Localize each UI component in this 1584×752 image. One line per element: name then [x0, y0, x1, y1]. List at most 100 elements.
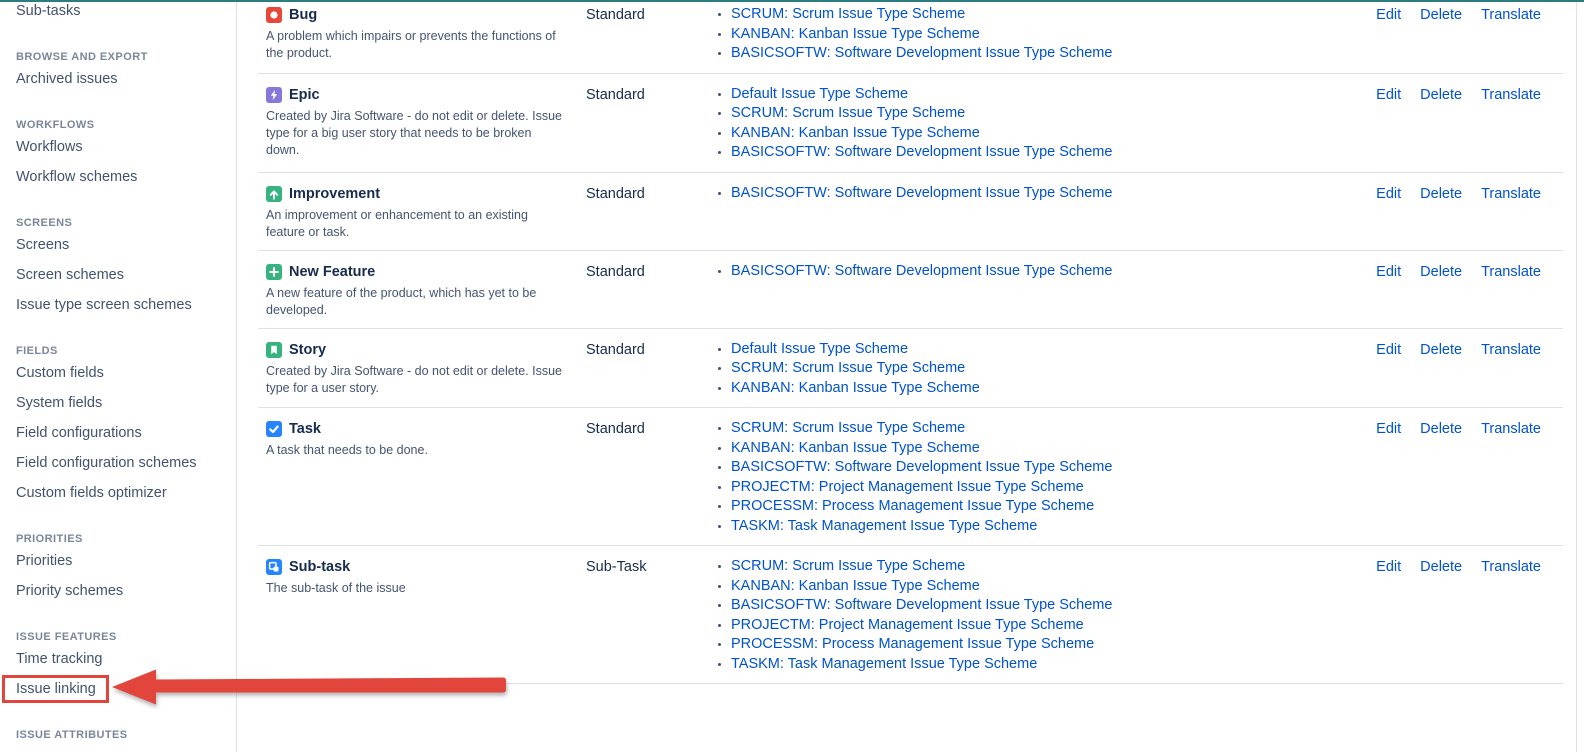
edit-link[interactable]: Edit — [1376, 186, 1401, 202]
scheme-link-taskm-task-management-issue-type-scheme[interactable]: TASKM: Task Management Issue Type Scheme — [731, 656, 1037, 672]
sidebar-item-label: Priorities — [16, 553, 72, 569]
issue-type-row-story: StoryCreated by Jira Software - do not e… — [258, 329, 1563, 409]
delete-link[interactable]: Delete — [1420, 186, 1462, 202]
translate-link[interactable]: Translate — [1481, 87, 1541, 103]
translate-link[interactable]: Translate — [1481, 186, 1541, 202]
scheme-list-item: PROJECTM: Project Management Issue Type … — [731, 616, 1353, 636]
scheme-link-processm-process-management-issue-type-scheme[interactable]: PROCESSM: Process Management Issue Type … — [731, 636, 1094, 652]
issue-type-title: Sub-task — [266, 559, 586, 575]
edit-link[interactable]: Edit — [1376, 264, 1401, 280]
scheme-link-basicsoftw-software-development-issue-type-scheme[interactable]: BASICSOFTW: Software Development Issue T… — [731, 263, 1112, 279]
scheme-link-projectm-project-management-issue-type-scheme[interactable]: PROJECTM: Project Management Issue Type … — [731, 479, 1084, 495]
scheme-link-kanban-kanban-issue-type-scheme[interactable]: KANBAN: Kanban Issue Type Scheme — [731, 440, 980, 456]
top-accent-bar — [0, 0, 1584, 2]
delete-link[interactable]: Delete — [1420, 87, 1462, 103]
sidebar-item-workflows[interactable]: Workflows — [0, 132, 236, 162]
sidebar-item-custom-fields[interactable]: Custom fields — [0, 358, 236, 388]
sidebar-item-label: Archived issues — [16, 71, 118, 87]
sidebar-section-header-browse-and-export: BROWSE AND EXPORT — [0, 50, 236, 64]
scheme-link-scrum-scrum-issue-type-scheme[interactable]: SCRUM: Scrum Issue Type Scheme — [731, 420, 965, 436]
scheme-link-scrum-scrum-issue-type-scheme[interactable]: SCRUM: Scrum Issue Type Scheme — [731, 360, 965, 376]
sidebar-item-label: Screen schemes — [16, 267, 124, 283]
scheme-link-kanban-kanban-issue-type-scheme[interactable]: KANBAN: Kanban Issue Type Scheme — [731, 380, 980, 396]
sidebar-item-priorities[interactable]: Priorities — [0, 546, 236, 576]
scheme-link-basicsoftw-software-development-issue-type-scheme[interactable]: BASICSOFTW: Software Development Issue T… — [731, 144, 1112, 160]
scheme-link-basicsoftw-software-development-issue-type-scheme[interactable]: BASICSOFTW: Software Development Issue T… — [731, 459, 1112, 475]
issue-type-description: A new feature of the product, which has … — [266, 285, 568, 319]
sidebar-item-label: Screens — [16, 237, 69, 253]
delete-link[interactable]: Delete — [1420, 264, 1462, 280]
scheme-list-item: SCRUM: Scrum Issue Type Scheme — [731, 104, 1353, 124]
scheme-list-item: KANBAN: Kanban Issue Type Scheme — [731, 439, 1353, 459]
edit-link[interactable]: Edit — [1376, 342, 1401, 358]
issue-type-title: New Feature — [266, 264, 586, 280]
issue-type-title: Story — [266, 342, 586, 358]
sidebar-nav: Sub-tasks BROWSE AND EXPORT Archived issue… — [0, 2, 236, 742]
scheme-link-kanban-kanban-issue-type-scheme[interactable]: KANBAN: Kanban Issue Type Scheme — [731, 26, 980, 42]
row-actions: Edit Delete Translate — [1353, 87, 1563, 103]
delete-link[interactable]: Delete — [1420, 421, 1462, 437]
scheme-list: Default Issue Type Scheme SCRUM: Scrum Is… — [712, 85, 1353, 163]
scheme-link-projectm-project-management-issue-type-scheme[interactable]: PROJECTM: Project Management Issue Type … — [731, 617, 1084, 633]
sidebar-item-time-tracking[interactable]: Time tracking — [0, 644, 236, 674]
edit-link[interactable]: Edit — [1376, 87, 1401, 103]
delete-link[interactable]: Delete — [1420, 342, 1462, 358]
scheme-link-default-issue-type-scheme[interactable]: Default Issue Type Scheme — [731, 341, 908, 357]
scheme-list-item: KANBAN: Kanban Issue Type Scheme — [731, 577, 1353, 597]
story-icon — [266, 342, 282, 358]
scheme-link-default-issue-type-scheme[interactable]: Default Issue Type Scheme — [731, 86, 908, 102]
scheme-link-scrum-scrum-issue-type-scheme[interactable]: SCRUM: Scrum Issue Type Scheme — [731, 105, 965, 121]
sidebar-item-custom-fields-optimizer[interactable]: Custom fields optimizer — [0, 478, 236, 508]
sidebar-item-screen-schemes[interactable]: Screen schemes — [0, 260, 236, 290]
edit-link[interactable]: Edit — [1376, 7, 1401, 23]
scheme-link-basicsoftw-software-development-issue-type-scheme[interactable]: BASICSOFTW: Software Development Issue T… — [731, 185, 1112, 201]
scheme-link-kanban-kanban-issue-type-scheme[interactable]: KANBAN: Kanban Issue Type Scheme — [731, 125, 980, 141]
sidebar-section-header-issue-attributes: ISSUE ATTRIBUTES — [0, 728, 236, 742]
translate-link[interactable]: Translate — [1481, 421, 1541, 437]
issue-type-row-bug: BugA problem which impairs or prevents t… — [258, 2, 1563, 74]
issue-type-name: Story — [289, 342, 326, 358]
sidebar-item-system-fields[interactable]: System fields — [0, 388, 236, 418]
sidebar-item-label: Sub-tasks — [16, 3, 80, 19]
sidebar-section-header-screens: SCREENS — [0, 216, 236, 230]
scheme-link-scrum-scrum-issue-type-scheme[interactable]: SCRUM: Scrum Issue Type Scheme — [731, 558, 965, 574]
scheme-link-scrum-scrum-issue-type-scheme[interactable]: SCRUM: Scrum Issue Type Scheme — [731, 6, 965, 22]
task-icon — [266, 421, 282, 437]
scheme-link-processm-process-management-issue-type-scheme[interactable]: PROCESSM: Process Management Issue Type … — [731, 498, 1094, 514]
sidebar-item-issue-linking[interactable]: Issue linking — [0, 674, 236, 704]
issue-type-cell: Improvement An improvement or enhancement… — [266, 186, 586, 241]
scheme-link-basicsoftw-software-development-issue-type-scheme[interactable]: BASICSOFTW: Software Development Issue T… — [731, 597, 1112, 613]
scheme-list: BASICSOFTW: Software Development Issue T… — [712, 262, 1353, 282]
sidebar-item-sub-tasks[interactable]: Sub-tasks — [0, 2, 236, 26]
issue-type-description: An improvement or enhancement to an exis… — [266, 207, 568, 241]
bug-icon — [266, 7, 282, 23]
scheme-link-kanban-kanban-issue-type-scheme[interactable]: KANBAN: Kanban Issue Type Scheme — [731, 578, 980, 594]
issue-type-name: Sub-task — [289, 559, 350, 575]
sidebar-item-field-configurations[interactable]: Field configurations — [0, 418, 236, 448]
translate-link[interactable]: Translate — [1481, 264, 1541, 280]
related-schemes-cell: SCRUM: Scrum Issue Type Scheme KANBAN: Ka… — [712, 5, 1353, 64]
scheme-list-item: KANBAN: Kanban Issue Type Scheme — [731, 25, 1353, 45]
translate-link[interactable]: Translate — [1481, 7, 1541, 23]
sidebar-item-label: Field configuration schemes — [16, 455, 197, 471]
issue-type-kind: Standard — [586, 186, 712, 202]
issue-type-kind: Sub-Task — [586, 559, 712, 575]
edit-link[interactable]: Edit — [1376, 421, 1401, 437]
scheme-link-taskm-task-management-issue-type-scheme[interactable]: TASKM: Task Management Issue Type Scheme — [731, 518, 1037, 534]
sidebar-item-workflow-schemes[interactable]: Workflow schemes — [0, 162, 236, 192]
sidebar-item-archived-issues[interactable]: Archived issues — [0, 64, 236, 94]
row-actions: Edit Delete Translate — [1353, 559, 1563, 575]
sidebar-item-label: Custom fields — [16, 365, 104, 381]
sidebar-item-field-configuration-schemes[interactable]: Field configuration schemes — [0, 448, 236, 478]
scheme-link-basicsoftw-software-development-issue-type-scheme[interactable]: BASICSOFTW: Software Development Issue T… — [731, 45, 1112, 61]
translate-link[interactable]: Translate — [1481, 342, 1541, 358]
edit-link[interactable]: Edit — [1376, 559, 1401, 575]
sidebar-item-screens[interactable]: Screens — [0, 230, 236, 260]
issue-type-name: Improvement — [289, 186, 380, 202]
sidebar-item-issue-type-screen-schemes[interactable]: Issue type screen schemes — [0, 290, 236, 320]
sidebar-item-priority-schemes[interactable]: Priority schemes — [0, 576, 236, 606]
delete-link[interactable]: Delete — [1420, 7, 1462, 23]
sidebar-item-label: Workflow schemes — [16, 169, 137, 185]
delete-link[interactable]: Delete — [1420, 559, 1462, 575]
translate-link[interactable]: Translate — [1481, 559, 1541, 575]
